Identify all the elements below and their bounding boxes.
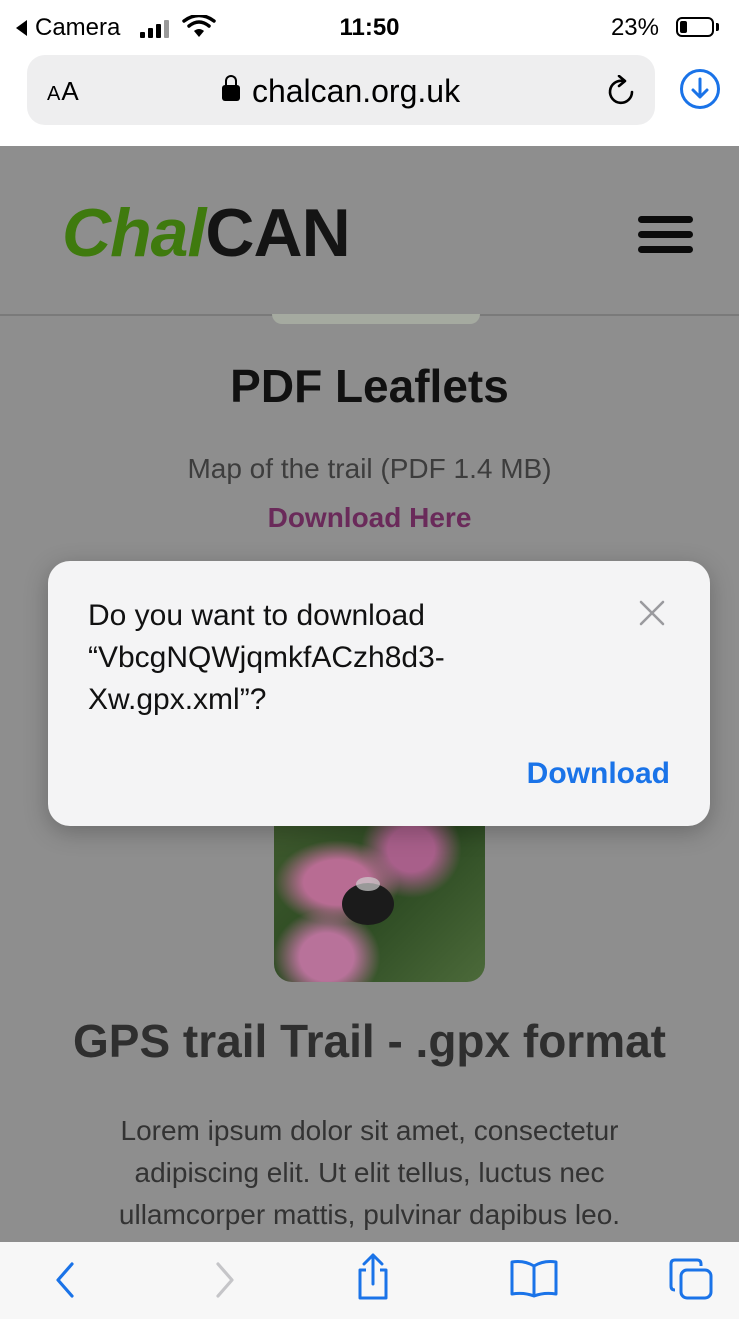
- gps-trail-heading: GPS trail Trail - .gpx format: [72, 1015, 666, 1067]
- lock-icon: [221, 75, 240, 101]
- download-button[interactable]: Download: [527, 757, 670, 791]
- reload-icon[interactable]: [607, 75, 637, 107]
- leaflet-photo: [272, 314, 480, 324]
- tabs-icon[interactable]: [667, 1256, 715, 1302]
- share-icon[interactable]: [353, 1252, 393, 1302]
- battery-icon: [676, 17, 714, 37]
- leaflet-description: Map of the trail (PDF 1.4 MB): [187, 453, 552, 484]
- forward-icon[interactable]: [212, 1260, 238, 1300]
- back-icon[interactable]: [52, 1260, 78, 1300]
- url-text: chalcan.org.uk: [251, 73, 461, 109]
- battery-percent: 23%: [610, 14, 659, 41]
- gps-description: Lorem ipsum dolor sit amet, consectetur …: [118, 1115, 621, 1230]
- battery-cap: [716, 23, 719, 31]
- browser-toolbar: [0, 1242, 739, 1319]
- bee-shape: [342, 877, 394, 925]
- chalcan-logo[interactable]: ChalCAN: [62, 194, 351, 272]
- download-dialog: Do you want to download “VbcgNQWjqmkfACz…: [48, 561, 710, 826]
- hamburger-icon[interactable]: [638, 216, 693, 261]
- status-bar: Camera 11:50 23%: [0, 0, 739, 50]
- pdf-leaflets-heading: PDF Leaflets: [230, 360, 509, 412]
- url-display[interactable]: chalcan.org.uk: [27, 73, 655, 110]
- site-header: ChalCAN: [0, 146, 739, 316]
- address-bar[interactable]: AA chalcan.org.uk: [27, 55, 655, 125]
- bookmarks-icon[interactable]: [508, 1258, 560, 1298]
- dialog-message: Do you want to download “VbcgNQWjqmkfACz…: [88, 599, 445, 716]
- close-icon[interactable]: [638, 599, 666, 627]
- download-circle-icon[interactable]: [679, 68, 721, 110]
- download-here-link[interactable]: Download Here: [0, 502, 739, 534]
